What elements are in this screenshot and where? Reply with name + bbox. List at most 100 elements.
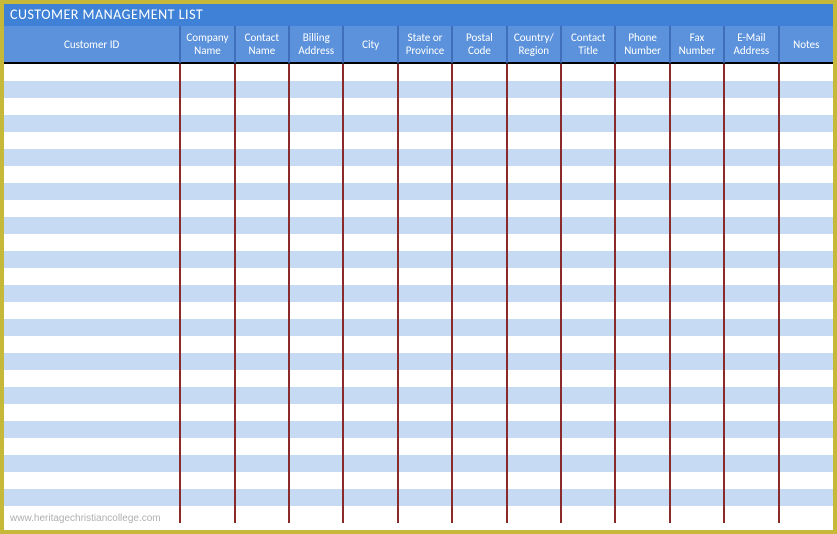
table-cell[interactable] [180, 132, 234, 149]
table-cell[interactable] [615, 404, 669, 421]
table-cell[interactable] [615, 285, 669, 302]
table-cell[interactable] [507, 421, 561, 438]
table-cell[interactable] [235, 234, 289, 251]
table-cell[interactable] [235, 506, 289, 523]
table-cell[interactable] [615, 302, 669, 319]
table-cell[interactable] [615, 251, 669, 268]
table-cell[interactable] [561, 302, 615, 319]
table-cell[interactable] [4, 64, 180, 81]
table-cell[interactable] [561, 115, 615, 132]
table-cell[interactable] [670, 370, 724, 387]
table-cell[interactable] [235, 166, 289, 183]
table-cell[interactable] [779, 234, 833, 251]
table-cell[interactable] [507, 200, 561, 217]
table-cell[interactable] [670, 268, 724, 285]
table-cell[interactable] [343, 98, 397, 115]
table-cell[interactable] [507, 115, 561, 132]
table-cell[interactable] [235, 183, 289, 200]
table-cell[interactable] [343, 472, 397, 489]
table-cell[interactable] [615, 489, 669, 506]
table-cell[interactable] [4, 234, 180, 251]
table-cell[interactable] [398, 98, 452, 115]
table-cell[interactable] [289, 132, 343, 149]
table-cell[interactable] [4, 251, 180, 268]
table-cell[interactable] [507, 166, 561, 183]
table-cell[interactable] [507, 81, 561, 98]
table-cell[interactable] [4, 183, 180, 200]
table-cell[interactable] [561, 64, 615, 81]
table-cell[interactable] [779, 64, 833, 81]
table-cell[interactable] [507, 370, 561, 387]
table-cell[interactable] [670, 421, 724, 438]
table-cell[interactable] [724, 353, 778, 370]
table-cell[interactable] [4, 421, 180, 438]
table-cell[interactable] [670, 404, 724, 421]
table-cell[interactable] [289, 234, 343, 251]
table-cell[interactable] [561, 353, 615, 370]
table-cell[interactable] [398, 319, 452, 336]
table-cell[interactable] [779, 200, 833, 217]
table-cell[interactable] [343, 115, 397, 132]
table-cell[interactable] [670, 353, 724, 370]
table-cell[interactable] [289, 98, 343, 115]
table-cell[interactable] [724, 438, 778, 455]
table-cell[interactable] [289, 302, 343, 319]
table-cell[interactable] [4, 217, 180, 234]
table-cell[interactable] [4, 353, 180, 370]
table-cell[interactable] [235, 438, 289, 455]
table-cell[interactable] [670, 438, 724, 455]
table-cell[interactable] [343, 166, 397, 183]
table-cell[interactable] [561, 455, 615, 472]
table-cell[interactable] [180, 98, 234, 115]
table-cell[interactable] [724, 234, 778, 251]
table-cell[interactable] [343, 149, 397, 166]
table-cell[interactable] [289, 336, 343, 353]
table-cell[interactable] [670, 285, 724, 302]
table-cell[interactable] [398, 268, 452, 285]
table-cell[interactable] [343, 506, 397, 523]
table-cell[interactable] [398, 166, 452, 183]
table-cell[interactable] [180, 387, 234, 404]
table-cell[interactable] [235, 370, 289, 387]
table-cell[interactable] [615, 387, 669, 404]
table-cell[interactable] [670, 64, 724, 81]
table-cell[interactable] [180, 234, 234, 251]
table-cell[interactable] [724, 251, 778, 268]
table-cell[interactable] [779, 336, 833, 353]
table-cell[interactable] [289, 489, 343, 506]
table-cell[interactable] [615, 81, 669, 98]
table-cell[interactable] [507, 336, 561, 353]
table-cell[interactable] [779, 149, 833, 166]
table-cell[interactable] [670, 98, 724, 115]
table-cell[interactable] [507, 149, 561, 166]
table-cell[interactable] [452, 472, 506, 489]
table-cell[interactable] [779, 285, 833, 302]
table-cell[interactable] [180, 251, 234, 268]
table-cell[interactable] [180, 438, 234, 455]
table-cell[interactable] [235, 489, 289, 506]
table-cell[interactable] [561, 438, 615, 455]
table-cell[interactable] [615, 115, 669, 132]
table-cell[interactable] [561, 217, 615, 234]
table-cell[interactable] [452, 438, 506, 455]
table-cell[interactable] [779, 387, 833, 404]
table-cell[interactable] [452, 64, 506, 81]
table-cell[interactable] [724, 404, 778, 421]
table-cell[interactable] [235, 149, 289, 166]
table-cell[interactable] [343, 455, 397, 472]
table-cell[interactable] [724, 370, 778, 387]
table-cell[interactable] [615, 353, 669, 370]
table-cell[interactable] [670, 319, 724, 336]
table-cell[interactable] [289, 268, 343, 285]
table-cell[interactable] [343, 319, 397, 336]
table-cell[interactable] [615, 98, 669, 115]
table-cell[interactable] [289, 285, 343, 302]
table-cell[interactable] [724, 319, 778, 336]
table-cell[interactable] [398, 489, 452, 506]
table-cell[interactable] [507, 302, 561, 319]
table-cell[interactable] [779, 268, 833, 285]
table-cell[interactable] [289, 149, 343, 166]
table-cell[interactable] [4, 370, 180, 387]
table-cell[interactable] [289, 506, 343, 523]
table-cell[interactable] [4, 302, 180, 319]
